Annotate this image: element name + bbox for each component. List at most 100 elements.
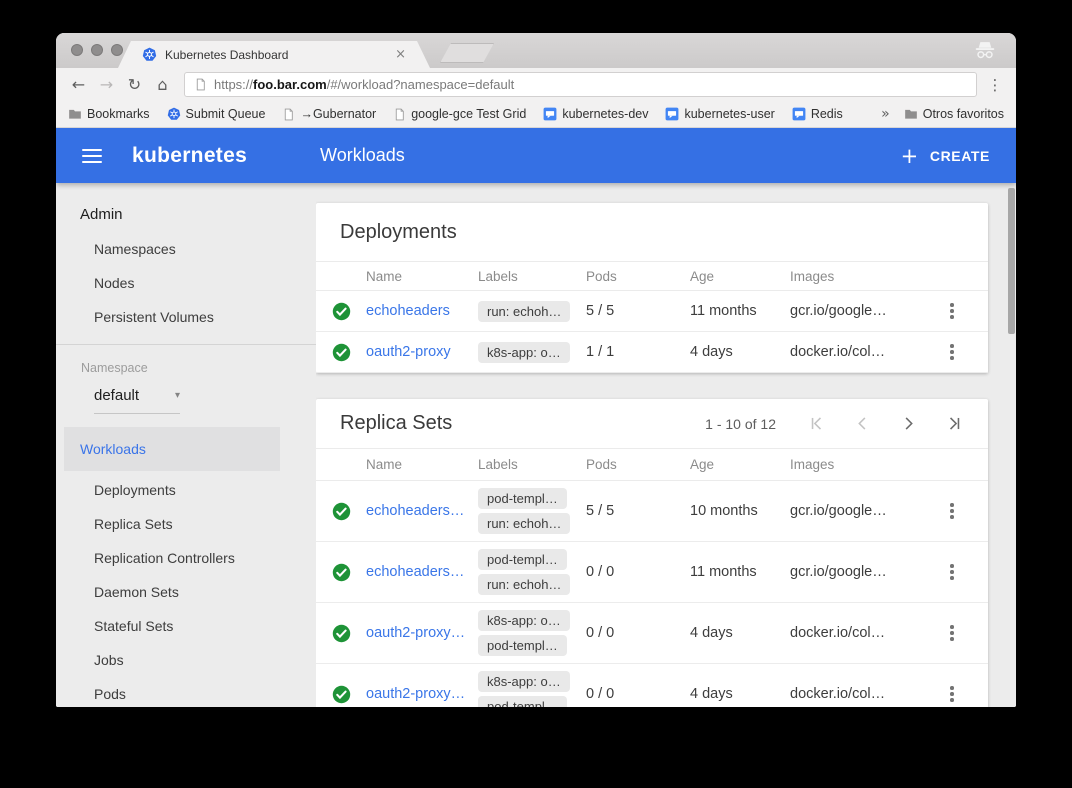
- bookmark-other-favorites[interactable]: Otros favoritos: [904, 107, 1004, 121]
- page-icon: [194, 78, 207, 91]
- row-actions-menu-icon[interactable]: [950, 564, 954, 580]
- incognito-icon: [972, 41, 998, 60]
- bookmarks-overflow-icon[interactable]: »: [881, 106, 890, 122]
- column-images: Images: [790, 269, 932, 284]
- app-header: kubernetes Workloads + CREATE: [56, 128, 1016, 183]
- bookmark-google-gce-test-grid[interactable]: google-gce Test Grid: [393, 107, 526, 121]
- replica-sets-card: Replica Sets 1 - 10 of 12: [316, 399, 988, 707]
- namespace-value: default: [94, 387, 139, 404]
- column-labels: Labels: [478, 457, 586, 472]
- images-cell: docker.io/col…: [790, 344, 932, 360]
- sidebar-item-admin[interactable]: Admin: [56, 197, 316, 232]
- bookmark-kubernetes-dev[interactable]: kubernetes-dev: [543, 107, 648, 121]
- namespace-label: Namespace: [56, 349, 316, 379]
- sidebar-divider: [56, 344, 316, 345]
- dashboard-page: kubernetes Workloads + CREATE Admin Name…: [56, 128, 1016, 707]
- sidebar-item-replica-sets[interactable]: Replica Sets: [56, 507, 316, 541]
- label-chip: pod-templ…: [478, 488, 567, 509]
- create-button[interactable]: + CREATE: [901, 148, 990, 164]
- label-chip: k8s-app: o…: [478, 610, 570, 631]
- sidebar-item-pods[interactable]: Pods: [56, 677, 316, 707]
- bookmark-label: kubernetes-dev: [562, 107, 648, 121]
- bookmark-redis[interactable]: Redis: [792, 107, 843, 121]
- next-page-icon[interactable]: [899, 414, 918, 433]
- hamburger-menu-icon[interactable]: [82, 149, 102, 163]
- bookmark-label: kubernetes-user: [684, 107, 774, 121]
- table-row: oauth2-proxy… k8s-app: o…pod-templ… 0 / …: [316, 664, 988, 707]
- bookmark-label: →Gubernator: [300, 107, 376, 121]
- url-text: https://foo.bar.com/#/workload?namespace…: [214, 77, 514, 92]
- bookmark-kubernetes-user[interactable]: kubernetes-user: [665, 107, 774, 121]
- main-content: Deployments Name Labels Pods Age Images …: [316, 183, 1016, 707]
- page-icon: [282, 108, 295, 121]
- last-page-icon[interactable]: [945, 414, 964, 433]
- bookmark-gubernator[interactable]: →Gubernator: [282, 107, 376, 121]
- images-cell: gcr.io/google…: [790, 303, 932, 319]
- tab-close-icon[interactable]: ×: [395, 47, 406, 62]
- first-page-icon[interactable]: [807, 414, 826, 433]
- sidebar-item-nodes[interactable]: Nodes: [56, 266, 316, 300]
- pagination-range: 1 - 10 of 12: [705, 416, 776, 432]
- sidebar-item-deployments[interactable]: Deployments: [56, 473, 316, 507]
- zoom-window-button[interactable]: [111, 44, 123, 56]
- forward-icon[interactable]: →: [94, 75, 119, 94]
- age-cell: 4 days: [690, 686, 790, 702]
- pods-cell: 1 / 1: [586, 344, 690, 360]
- pagination: 1 - 10 of 12: [705, 414, 964, 433]
- age-cell: 11 months: [690, 564, 790, 580]
- minimize-window-button[interactable]: [91, 44, 103, 56]
- row-actions-menu-icon[interactable]: [950, 303, 954, 319]
- row-actions-menu-icon[interactable]: [950, 344, 954, 360]
- resource-name-link[interactable]: oauth2-proxy: [366, 344, 478, 360]
- sidebar-item-workloads[interactable]: Workloads: [64, 427, 280, 471]
- close-window-button[interactable]: [71, 44, 83, 56]
- status-ok-icon: [332, 563, 366, 582]
- sidebar-item-replication-controllers[interactable]: Replication Controllers: [56, 541, 316, 575]
- refresh-icon[interactable]: ↻: [122, 75, 147, 94]
- column-age: Age: [690, 269, 790, 284]
- sidebar-item-jobs[interactable]: Jobs: [56, 643, 316, 677]
- resource-name-link[interactable]: echoheaders…: [366, 564, 478, 580]
- row-actions-menu-icon[interactable]: [950, 503, 954, 519]
- page-title: Workloads: [320, 145, 405, 166]
- app-logo[interactable]: kubernetes: [132, 144, 247, 168]
- resource-name-link[interactable]: oauth2-proxy…: [366, 625, 478, 641]
- bookmark-label: Bookmarks: [87, 107, 150, 121]
- bookmark-label: Redis: [811, 107, 843, 121]
- column-age: Age: [690, 457, 790, 472]
- label-chip: pod-templ…: [478, 635, 567, 656]
- browser-tab[interactable]: Kubernetes Dashboard ×: [118, 41, 430, 68]
- sidebar-item-stateful-sets[interactable]: Stateful Sets: [56, 609, 316, 643]
- resource-name-link[interactable]: echoheaders: [366, 303, 478, 319]
- bookmark-label: Otros favoritos: [923, 107, 1004, 121]
- row-actions-menu-icon[interactable]: [950, 686, 954, 702]
- sidebar-item-persistent-volumes[interactable]: Persistent Volumes: [56, 300, 316, 334]
- bookmark-bookmarks-folder[interactable]: Bookmarks: [68, 107, 150, 121]
- resource-name-link[interactable]: echoheaders…: [366, 503, 478, 519]
- status-ok-icon: [332, 302, 366, 321]
- row-actions-menu-icon[interactable]: [950, 625, 954, 641]
- column-pods: Pods: [586, 457, 690, 472]
- browser-menu-icon[interactable]: ⋮: [984, 76, 1006, 94]
- sidebar-item-daemon-sets[interactable]: Daemon Sets: [56, 575, 316, 609]
- label-chip: run: echoh…: [478, 574, 570, 595]
- address-bar[interactable]: https://foo.bar.com/#/workload?namespace…: [184, 72, 977, 97]
- back-icon[interactable]: ←: [66, 75, 91, 94]
- table-row: oauth2-proxy k8s-app: o… 1 / 1 4 days do…: [316, 332, 988, 373]
- home-icon[interactable]: ⌂: [150, 75, 175, 94]
- previous-page-icon[interactable]: [853, 414, 872, 433]
- column-images: Images: [790, 457, 932, 472]
- chevron-down-icon: ▾: [175, 390, 180, 401]
- url-scheme: https://: [214, 77, 253, 92]
- resource-name-link[interactable]: oauth2-proxy…: [366, 686, 478, 702]
- age-cell: 4 days: [690, 625, 790, 641]
- bookmarks-bar: Bookmarks Submit Queue →Gubernator googl…: [56, 101, 1016, 128]
- namespace-selector[interactable]: default ▾: [94, 387, 180, 414]
- table-row: echoheaders… pod-templ…run: echoh… 0 / 0…: [316, 542, 988, 603]
- bookmark-submit-queue[interactable]: Submit Queue: [167, 107, 266, 121]
- column-name: Name: [366, 457, 478, 472]
- sidebar-item-namespaces[interactable]: Namespaces: [56, 232, 316, 266]
- label-chip: run: echoh…: [478, 513, 570, 534]
- new-tab-button[interactable]: [440, 43, 494, 63]
- page-scrollbar[interactable]: [1008, 188, 1015, 334]
